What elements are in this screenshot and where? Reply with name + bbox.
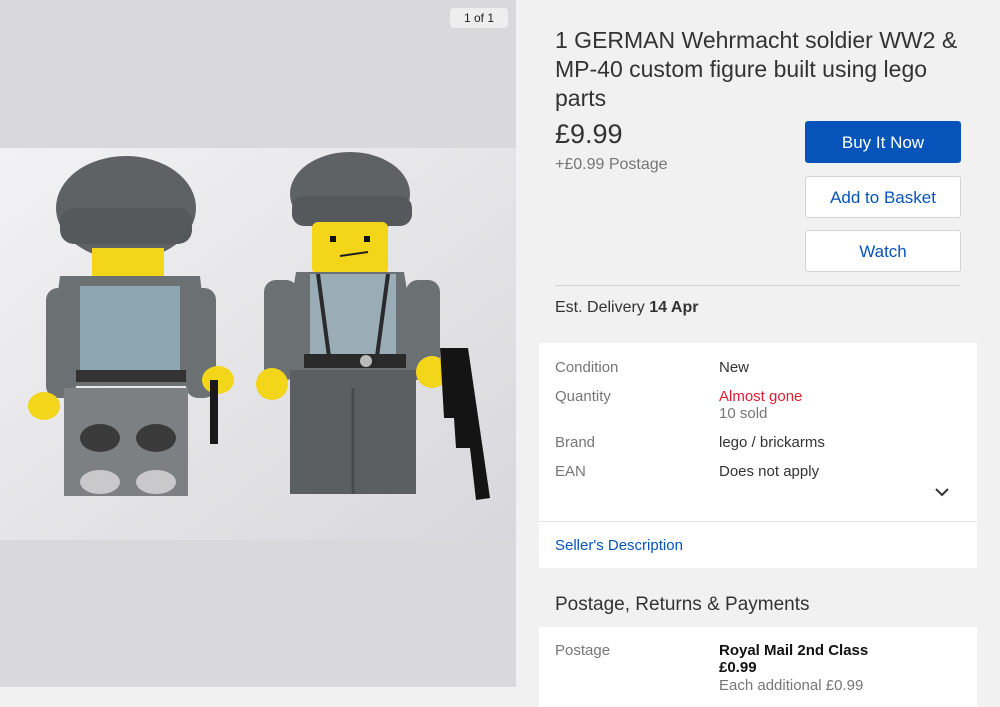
postage-cost: +£0.99 Postage [555,156,668,173]
postage-additional: Each additional £0.99 [719,677,864,694]
seller-description-link[interactable]: Seller's Description [555,537,683,554]
divider [555,285,961,286]
est-delivery-label: Est. Delivery [555,299,645,316]
image-counter: 1 of 1 [450,8,508,28]
listing-title: 1 GERMAN Wehrmacht soldier WW2 & MP-40 c… [555,27,958,111]
brand-value: lego / brickarms [719,434,825,451]
listing-panel: 1 GERMAN Wehrmacht soldier WW2 & MP-40 c… [516,0,1000,707]
chevron-down-icon[interactable] [933,483,951,501]
ean-value: Does not apply [719,463,820,480]
postage-service: Royal Mail 2nd Class [719,642,869,659]
watch-button[interactable]: Watch [805,230,961,272]
quantity-sold: 10 sold [719,405,768,422]
condition-label: Condition [555,359,619,376]
image-gallery[interactable]: 1 of 1 [0,0,516,687]
product-image [0,148,516,540]
brand-label: Brand [555,434,596,451]
divider [539,521,977,522]
est-delivery-date: 14 Apr [649,299,699,316]
add-to-basket-button[interactable]: Add to Basket [805,176,961,218]
condition-value: New [719,359,750,376]
est-delivery: Est. Delivery 14 Apr [555,299,698,317]
product-photo[interactable] [0,148,516,540]
postage-service-cost: £0.99 [719,659,757,676]
buy-it-now-button[interactable]: Buy It Now [805,121,961,163]
postage-label: Postage [555,642,611,659]
price: £9.99 [555,119,623,149]
ean-label: EAN [555,463,586,480]
item-specifics-card: Condition New Quantity Almost gone 10 so… [539,343,977,568]
quantity-status: Almost gone [719,388,803,405]
quantity-label: Quantity [555,388,611,405]
postage-card: Postage Royal Mail 2nd Class £0.99 Each … [539,627,977,707]
postage-returns-heading: Postage, Returns & Payments [555,594,810,615]
